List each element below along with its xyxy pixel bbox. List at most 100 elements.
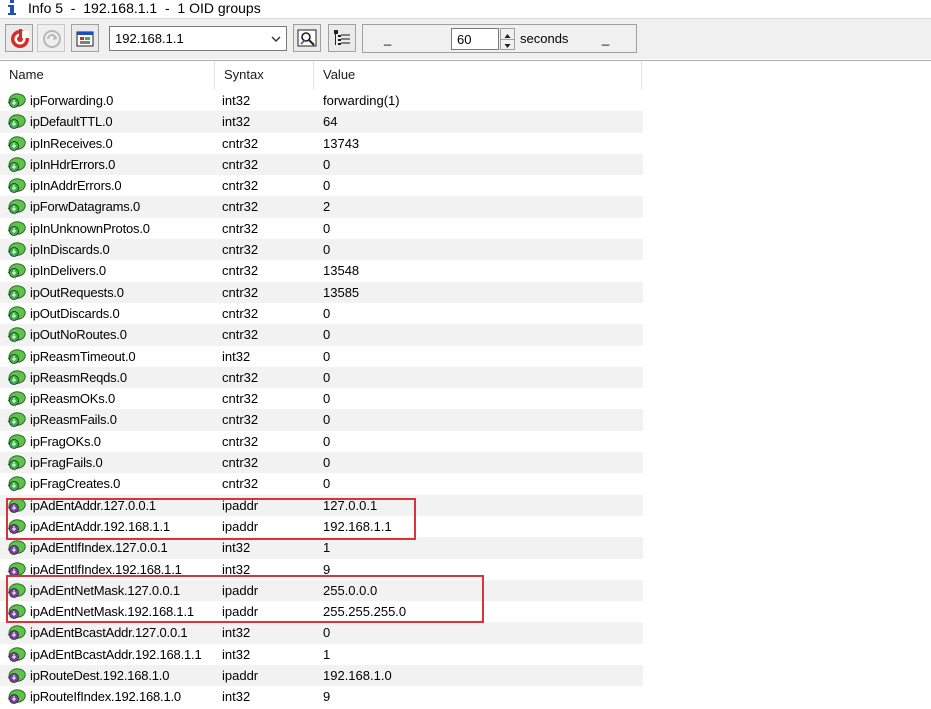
cell-value: 0 [323, 178, 331, 194]
refresh-disabled-icon [43, 30, 61, 48]
table-row[interactable]: ipAdEntBcastAddr.192.168.1.1 int32 1 [0, 644, 643, 665]
list-rows: ipForwarding.0 int32 forwarding(1) ipDefaul… [0, 90, 643, 708]
cell-name: ipReasmFails.0 [30, 412, 117, 428]
table-row[interactable]: ipFragCreates.0 cntr32 0 [0, 473, 643, 494]
column-header-syntax[interactable]: Syntax [215, 61, 314, 89]
cell-syntax: ipaddr [222, 668, 259, 684]
leaf-green-icon [7, 391, 26, 407]
interval-dash-right: _ [602, 31, 610, 46]
table-row[interactable]: ipDefaultTTL.0 int32 64 [0, 111, 643, 133]
cell-syntax: int32 [222, 348, 251, 364]
table-row[interactable]: ipInAddrErrors.0 cntr32 0 [0, 175, 643, 196]
table-row[interactable]: ipAdEntNetMask.127.0.0.1 ipaddr 255.0.0.0 [0, 579, 643, 602]
table-row[interactable]: ipAdEntAddr.192.168.1.1 ipaddr 192.168.1.1 [0, 516, 643, 537]
leaf-purple-icon [7, 689, 26, 705]
tree-view-button[interactable] [328, 24, 356, 52]
cell-name: ipInUnknownProtos.0 [30, 220, 150, 236]
table-row[interactable]: ipReasmTimeout.0 int32 0 [0, 346, 643, 367]
search-button[interactable] [293, 24, 321, 52]
cell-name: ipOutNoRoutes.0 [30, 327, 127, 343]
interval-input[interactable]: 60 [451, 28, 499, 50]
triangle-down-icon [504, 44, 511, 48]
cell-value: 0 [323, 156, 331, 172]
table-row[interactable]: ipFragFails.0 cntr32 0 [0, 452, 643, 474]
table-row[interactable]: ipForwDatagrams.0 cntr32 2 [0, 196, 643, 218]
cell-syntax: int32 [222, 561, 251, 577]
column-header-name[interactable]: Name [0, 61, 215, 89]
table-row[interactable]: ipReasmOKs.0 cntr32 0 [0, 388, 643, 409]
cell-syntax: ipaddr [222, 582, 259, 598]
window-properties-icon [76, 31, 94, 47]
table-row[interactable]: ipAdEntIfIndex.192.168.1.1 int32 9 [0, 559, 643, 580]
host-combobox[interactable]: 192.168.1.1 [109, 26, 287, 51]
chevron-down-icon [271, 36, 281, 42]
cell-syntax: int32 [222, 646, 251, 662]
table-row[interactable]: ipInDiscards.0 cntr32 0 [0, 239, 643, 261]
cell-syntax: ipaddr [222, 497, 259, 513]
table-row[interactable]: ipInReceives.0 cntr32 13743 [0, 133, 643, 154]
table-row[interactable]: ipRouteIfIndex.192.168.1.0 int32 9 [0, 686, 643, 707]
cell-syntax: cntr32 [222, 156, 259, 172]
interval-spinner[interactable] [500, 28, 515, 50]
cell-name: ipAdEntNetMask.127.0.0.1 [30, 582, 180, 598]
cell-syntax: cntr32 [222, 284, 259, 300]
leaf-purple-icon [7, 540, 26, 556]
cell-value: 255.0.0.0 [323, 582, 378, 598]
cell-name: ipInAddrErrors.0 [30, 178, 122, 194]
cell-name: ipFragCreates.0 [30, 476, 121, 492]
table-row[interactable]: ipInUnknownProtos.0 cntr32 0 [0, 218, 643, 239]
leaf-green-icon [7, 370, 26, 385]
refresh-button[interactable] [37, 24, 65, 52]
table-row[interactable]: ipOutRequests.0 cntr32 13585 [0, 281, 643, 303]
table-row[interactable]: ipInDelivers.0 cntr32 13548 [0, 260, 643, 281]
oid-list-view[interactable]: Name Syntax Value ipForwarding.0 int32 for… [0, 60, 931, 709]
cell-value: 1 [323, 540, 331, 556]
stop-button[interactable] [5, 24, 33, 52]
cell-value: 0 [323, 242, 331, 258]
table-row[interactable]: ipAdEntAddr.127.0.0.1 ipaddr 127.0.0.1 [0, 494, 643, 516]
cell-value: 9 [323, 689, 331, 705]
cell-name: ipReasmOKs.0 [30, 391, 116, 407]
cell-syntax: cntr32 [222, 369, 259, 385]
leaf-green-icon [7, 157, 26, 172]
cell-syntax: int32 [222, 689, 251, 705]
leaf-green-icon [7, 178, 26, 194]
cell-value: 255.255.255.0 [323, 604, 407, 620]
leaf-green-icon [7, 412, 26, 428]
cell-syntax: cntr32 [222, 135, 259, 151]
leaf-green-icon [7, 434, 26, 449]
cell-name: ipInHdrErrors.0 [30, 156, 116, 172]
cell-syntax: ipaddr [222, 604, 259, 620]
table-row[interactable]: ipRouteDest.192.168.1.0 ipaddr 192.168.1.0 [0, 665, 643, 687]
table-row[interactable]: ipFragOKs.0 cntr32 0 [0, 431, 643, 452]
table-row[interactable]: ipOutNoRoutes.0 cntr32 0 [0, 324, 643, 346]
table-row[interactable]: ipOutDiscards.0 cntr32 0 [0, 303, 643, 324]
table-row[interactable]: ipReasmFails.0 cntr32 0 [0, 409, 643, 431]
cell-name: ipDefaultTTL.0 [30, 114, 113, 130]
table-row[interactable]: ipInHdrErrors.0 cntr32 0 [0, 153, 643, 176]
leaf-purple-icon [7, 583, 26, 598]
cell-name: ipForwDatagrams.0 [30, 199, 141, 215]
table-row[interactable]: ipAdEntNetMask.192.168.1.1 ipaddr 255.255.… [0, 601, 643, 622]
properties-button[interactable] [71, 24, 99, 52]
spin-down-button[interactable] [501, 39, 514, 49]
leaf-purple-icon [7, 647, 26, 662]
leaf-purple-icon [7, 604, 26, 620]
cell-syntax: ipaddr [222, 518, 259, 534]
column-header-value[interactable]: Value [314, 61, 642, 89]
cell-name: ipForwarding.0 [30, 93, 114, 108]
cell-value: 192.168.1.1 [323, 518, 392, 534]
cell-name: ipFragFails.0 [30, 455, 103, 471]
cell-value: 0 [323, 412, 331, 428]
leaf-green-icon [7, 263, 26, 279]
table-row[interactable]: ipForwarding.0 int32 forwarding(1) [0, 90, 643, 111]
cell-name: ipReasmReqds.0 [30, 369, 127, 385]
table-row[interactable]: ipAdEntIfIndex.127.0.0.1 int32 1 [0, 537, 643, 559]
cell-value: forwarding(1) [323, 93, 400, 108]
cell-name: ipFragOKs.0 [30, 433, 101, 449]
cell-name: ipAdEntIfIndex.127.0.0.1 [30, 540, 168, 556]
cell-name: ipAdEntBcastAddr.127.0.0.1 [30, 625, 188, 641]
leaf-green-icon [7, 114, 26, 130]
table-row[interactable]: ipAdEntBcastAddr.127.0.0.1 int32 0 [0, 622, 643, 644]
table-row[interactable]: ipReasmReqds.0 cntr32 0 [0, 366, 643, 389]
